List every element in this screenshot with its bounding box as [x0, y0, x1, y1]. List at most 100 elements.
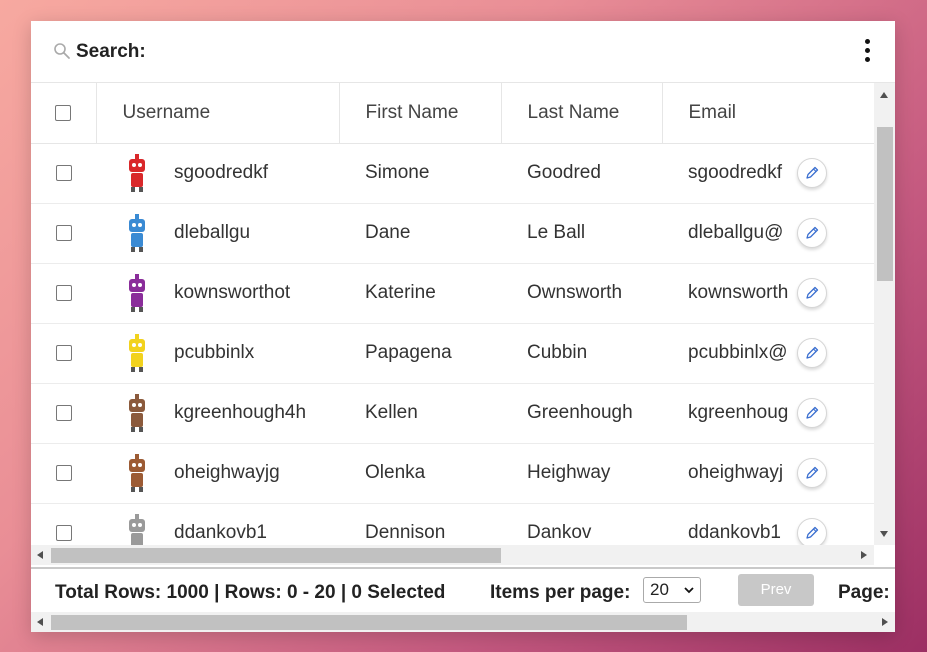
robot-avatar-icon [129, 274, 145, 312]
username-text: ddankovb1 [174, 522, 267, 543]
items-per-page-select[interactable]: 20 [643, 577, 701, 603]
row-select-cell [31, 203, 96, 264]
more-options-icon[interactable] [861, 39, 873, 65]
row-checkbox[interactable] [55, 524, 72, 541]
table-row[interactable]: kgreenhough4h Kellen Greenhough kgreenho… [31, 383, 874, 444]
row-checkbox[interactable] [55, 284, 72, 301]
username-cell: kownsworthot [96, 263, 339, 324]
scroll-down-icon[interactable] [880, 531, 888, 537]
first-name-cell: Katerine [339, 263, 501, 324]
items-per-page-label: Items per page: [490, 582, 631, 603]
column-header-last-name[interactable]: Last Name [501, 83, 663, 144]
edit-cell [793, 323, 874, 384]
pencil-icon [806, 526, 819, 539]
email-cell: oheighwayj [662, 443, 793, 504]
column-header-first-name[interactable]: First Name [339, 83, 502, 144]
footer-horizontal-scrollbar[interactable] [31, 612, 895, 632]
first-name-cell: Dane [339, 203, 501, 264]
email-cell: dleballgu@ [662, 203, 793, 264]
username-cell: ddankovb1 [96, 503, 339, 545]
page-label: Page: [838, 582, 890, 603]
table-row[interactable]: pcubbinlx Papagena Cubbin pcubbinlx@ [31, 323, 874, 384]
edit-row-button[interactable] [797, 218, 827, 248]
table-row[interactable]: ddankovb1 Dennison Dankov ddankovb1 [31, 503, 874, 545]
scroll-left-icon[interactable] [37, 618, 43, 626]
robot-avatar-icon [129, 334, 145, 372]
username-text: kgreenhough4h [174, 402, 307, 423]
row-select-cell [31, 503, 96, 545]
edit-row-button[interactable] [797, 158, 827, 188]
robot-avatar-icon [129, 154, 145, 192]
table-row[interactable]: dleballgu Dane Le Ball dleballgu@ [31, 203, 874, 264]
grid-body: Username First Name Last Name Email sgoo… [31, 83, 874, 545]
table-row[interactable]: sgoodredkf Simone Goodred sgoodredkf [31, 143, 874, 204]
edit-row-button[interactable] [797, 278, 827, 308]
row-checkbox[interactable] [55, 404, 72, 421]
pencil-icon [806, 286, 819, 299]
email-cell: sgoodredkf [662, 143, 793, 204]
email-cell: ddankovb1 [662, 503, 793, 545]
username-cell: pcubbinlx [96, 323, 339, 384]
column-header-actions [793, 83, 874, 144]
row-select-cell [31, 143, 96, 204]
edit-row-button[interactable] [797, 518, 827, 545]
scroll-right-icon[interactable] [861, 551, 867, 559]
last-name-cell: Heighway [501, 443, 662, 504]
email-cell: pcubbinlx@ [662, 323, 793, 384]
username-text: oheighwayjg [174, 462, 280, 483]
table-row[interactable]: oheighwayjg Olenka Heighway oheighwayj [31, 443, 874, 504]
edit-row-button[interactable] [797, 398, 827, 428]
column-header-username[interactable]: Username [96, 83, 340, 144]
pencil-icon [806, 466, 819, 479]
username-cell: kgreenhough4h [96, 383, 339, 444]
column-header-email[interactable]: Email [662, 83, 793, 144]
select-all-checkbox[interactable] [55, 104, 72, 121]
vertical-scroll-thumb[interactable] [877, 127, 893, 281]
last-name-cell: Dankov [501, 503, 662, 545]
row-select-cell [31, 323, 96, 384]
prev-page-button[interactable]: Prev [738, 574, 814, 606]
username-text: dleballgu [174, 222, 251, 243]
robot-avatar-icon [129, 394, 145, 432]
data-grid-card: Search: Username First Name Last Name Em… [31, 21, 895, 632]
table-row[interactable]: kownsworthot Katerine Ownsworth kownswor… [31, 263, 874, 324]
edit-cell [793, 203, 874, 264]
pencil-icon [806, 346, 819, 359]
edit-cell [793, 383, 874, 444]
search-icon [54, 43, 70, 59]
last-name-cell: Greenhough [501, 383, 662, 444]
vertical-scrollbar[interactable] [874, 83, 895, 545]
pencil-icon [806, 166, 819, 179]
grid-horizontal-scrollbar[interactable] [31, 545, 874, 565]
first-name-cell: Papagena [339, 323, 501, 384]
robot-avatar-icon [129, 454, 145, 492]
row-checkbox[interactable] [55, 344, 72, 361]
footer-horizontal-scroll-thumb[interactable] [51, 615, 687, 630]
scroll-left-icon[interactable] [37, 551, 43, 559]
edit-row-button[interactable] [797, 338, 827, 368]
search-label[interactable]: Search: [76, 41, 146, 63]
email-cell: kgreenhoug [662, 383, 793, 444]
robot-avatar-icon [129, 514, 145, 545]
last-name-cell: Cubbin [501, 323, 662, 384]
username-text: sgoodredkf [174, 162, 269, 183]
table-rows: sgoodredkf Simone Goodred sgoodredkf dle… [31, 143, 874, 545]
select-all-header [31, 83, 97, 144]
first-name-cell: Olenka [339, 443, 501, 504]
edit-cell [793, 443, 874, 504]
pencil-icon [806, 226, 819, 239]
grid-horizontal-scroll-thumb[interactable] [51, 548, 501, 563]
edit-cell [793, 143, 874, 204]
first-name-cell: Kellen [339, 383, 501, 444]
username-text: pcubbinlx [174, 342, 255, 363]
row-checkbox[interactable] [55, 224, 72, 241]
edit-row-button[interactable] [797, 458, 827, 488]
grid-footer: Total Rows: 1000 | Rows: 0 - 20 | 0 Sele… [31, 567, 895, 612]
grid-toolbar: Search: [31, 21, 895, 83]
scroll-up-icon[interactable] [880, 92, 888, 98]
edit-cell [793, 503, 874, 545]
row-checkbox[interactable] [55, 164, 72, 181]
pencil-icon [806, 406, 819, 419]
scroll-right-icon[interactable] [882, 618, 888, 626]
row-checkbox[interactable] [55, 464, 72, 481]
